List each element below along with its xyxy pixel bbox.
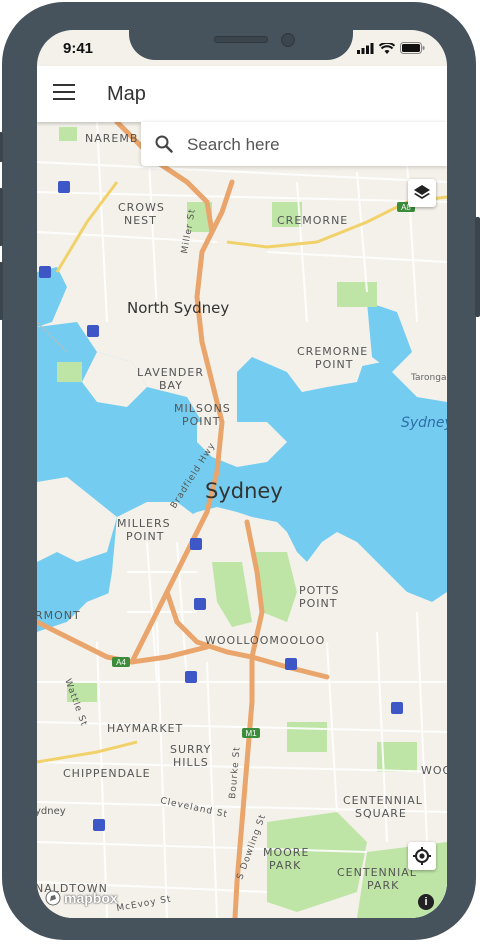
place-label: Taronga — [410, 373, 446, 383]
search-bar — [141, 122, 447, 166]
city-label: Sydney — [205, 479, 283, 503]
park — [57, 362, 82, 382]
power-button — [475, 217, 480, 317]
status-time: 9:41 — [63, 40, 94, 57]
map-canvas[interactable]: A4 A8 M1 NAREMB CROWS NEST Miller St CRE… — [37, 122, 447, 918]
suburb-label: HILLS — [173, 756, 209, 769]
search-icon — [155, 135, 173, 153]
suburb-label: POTTS — [299, 584, 340, 597]
wifi-icon — [379, 42, 395, 54]
suburb-label: PARK — [269, 859, 301, 872]
search-input[interactable] — [185, 130, 439, 160]
battery-icon — [400, 42, 425, 54]
phone-frame: A4 A8 M1 NAREMB CROWS NEST Miller St CRE… — [0, 2, 480, 940]
my-location-button[interactable] — [408, 842, 436, 870]
route-m1-label: M1 — [245, 729, 257, 738]
layers-icon — [414, 185, 430, 199]
route-a4-label: A4 — [116, 658, 126, 667]
suburb-label: POINT — [182, 415, 220, 428]
notch — [129, 30, 353, 60]
signal-icon — [357, 42, 374, 54]
screen: A4 A8 M1 NAREMB CROWS NEST Miller St CRE… — [37, 30, 447, 918]
suburb-label: POINT — [315, 358, 353, 371]
status-icons — [357, 42, 425, 54]
suburb-label: CENTENNIAL — [343, 794, 423, 807]
park — [337, 282, 377, 307]
water-label: Sydney — [401, 415, 447, 431]
suburb-label: CHIPPENDALE — [63, 767, 151, 780]
suburb-label: LAVENDER — [137, 366, 204, 379]
place-label: ydney — [37, 806, 66, 817]
suburb-label: SQUARE — [355, 807, 407, 820]
suburb-label: RMONT — [37, 609, 81, 622]
park — [287, 722, 327, 752]
page-title: Map — [107, 83, 146, 105]
suburb-label: CREMORNE — [277, 214, 348, 227]
suburb-label: CREMORNE — [297, 345, 368, 358]
suburb-label: PARK — [367, 879, 399, 892]
volume-up-button — [0, 188, 3, 246]
suburb-label: POINT — [299, 597, 337, 610]
suburb-label: MILSONS — [174, 402, 231, 415]
suburb-label: CENTENNIAL — [337, 866, 417, 879]
mapbox-logo-text: mapbox — [64, 890, 118, 906]
suburb-label: BAY — [159, 379, 183, 392]
suburb-label: HAYMARKET — [107, 722, 183, 735]
mapbox-logo[interactable]: mapbox — [45, 890, 118, 906]
mapbox-logo-icon — [45, 890, 61, 906]
layers-button[interactable] — [408, 179, 436, 207]
suburb-label: WOOLLOOMOOLOO — [205, 634, 325, 647]
front-camera — [281, 33, 295, 47]
city-label: North Sydney — [127, 299, 229, 317]
suburb-label: WOO — [421, 764, 447, 777]
suburb-label: NAREMB — [85, 132, 138, 145]
menu-icon[interactable] — [53, 84, 75, 102]
park — [59, 127, 77, 141]
suburb-label: POINT — [126, 530, 164, 543]
speaker — [214, 36, 268, 43]
info-button[interactable]: i — [418, 894, 434, 910]
mute-switch — [0, 132, 3, 162]
my-location-icon — [413, 847, 431, 865]
suburb-label: SURRY — [170, 743, 211, 756]
app-bar: Map — [37, 66, 447, 122]
volume-down-button — [0, 262, 3, 320]
suburb-label: CROWS — [118, 201, 165, 214]
suburb-label: MILLERS — [117, 517, 171, 530]
suburb-label: NEST — [124, 214, 157, 227]
suburb-label: MOORE — [263, 846, 309, 859]
